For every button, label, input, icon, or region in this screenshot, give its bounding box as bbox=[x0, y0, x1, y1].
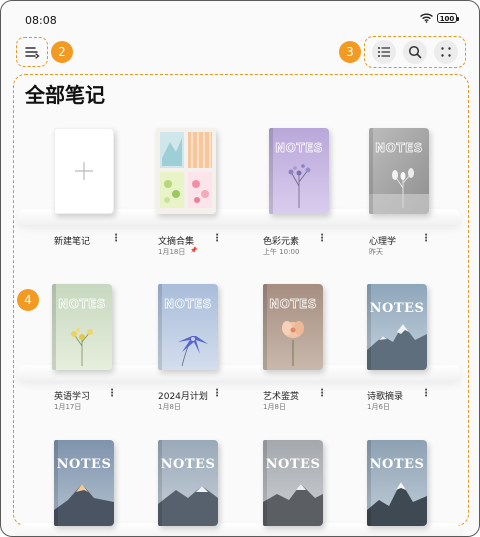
cover-title: NOTES bbox=[161, 457, 216, 472]
notebook-date: 1月17日 bbox=[54, 403, 82, 411]
more-options-button[interactable] bbox=[433, 40, 458, 64]
notebook-date: 1月6日 bbox=[367, 403, 390, 411]
notebook-date: 1月8日 bbox=[263, 403, 286, 411]
annotation-marker-4: 4 bbox=[17, 289, 39, 311]
more-options-icon[interactable]: ⋮ bbox=[212, 389, 222, 399]
notebook-cover[interactable] bbox=[156, 128, 216, 214]
sidebar-menu-icon[interactable] bbox=[24, 45, 40, 59]
cover-title: NOTES bbox=[370, 457, 425, 472]
status-bar: 08:08 100 bbox=[1, 1, 479, 35]
yellow-flower-cover-art: NOTES bbox=[52, 284, 112, 370]
mountain-sunset-cover-art: NOTES bbox=[54, 440, 114, 526]
more-options-icon[interactable]: ⋮ bbox=[212, 234, 222, 244]
lavender-cover-art: NOTES bbox=[269, 128, 329, 214]
notebook-title: 2024月计划 bbox=[158, 392, 208, 402]
grid-dots-icon bbox=[440, 47, 451, 57]
list-view-button[interactable] bbox=[372, 40, 397, 64]
notebook-cover[interactable]: NOTES bbox=[367, 440, 427, 526]
app-window: 08:08 100 2 3 4 全部笔记 新建笔记 文摘合集 1月18日 📌 N… bbox=[0, 0, 480, 537]
notebook-title: 英语学习 bbox=[54, 392, 91, 402]
cover-title: NOTES bbox=[266, 457, 321, 472]
status-time: 08:08 bbox=[25, 14, 57, 27]
new-note-button[interactable] bbox=[54, 128, 114, 214]
mountain-gray-cover-art: NOTES bbox=[263, 440, 323, 526]
wifi-icon bbox=[420, 13, 433, 23]
notebook-cover[interactable]: NOTES bbox=[54, 440, 114, 526]
more-options-icon[interactable]: ⋮ bbox=[421, 389, 431, 399]
plant-cover-art: NOTES bbox=[369, 128, 429, 214]
notebook-cover[interactable]: NOTES bbox=[369, 128, 429, 214]
peach-flower-cover-art: NOTES bbox=[263, 284, 323, 370]
annotation-marker-2: 2 bbox=[51, 41, 73, 63]
page-title: 全部笔记 bbox=[25, 83, 105, 107]
cover-title: NOTES bbox=[370, 301, 425, 316]
notebook-title: 色彩元素 bbox=[263, 237, 300, 247]
more-options-icon[interactable]: ⋮ bbox=[317, 234, 327, 244]
notebook-date: 上午 10:00 bbox=[263, 248, 300, 256]
notebook-title: 心理学 bbox=[369, 237, 397, 247]
notebook-cover[interactable]: NOTES bbox=[158, 440, 218, 526]
cover-title: NOTES bbox=[164, 297, 212, 311]
notebook-cover[interactable]: NOTES bbox=[367, 284, 427, 370]
cover-title: NOTES bbox=[58, 297, 106, 311]
menu-annotation-box bbox=[16, 37, 48, 67]
plus-icon bbox=[75, 162, 93, 180]
notebook-date: 1月18日 bbox=[158, 248, 186, 256]
collage-cover-art bbox=[156, 128, 216, 214]
more-options-icon[interactable]: ⋮ bbox=[421, 234, 431, 244]
notebook-date: 1月8日 bbox=[158, 403, 181, 411]
more-options-icon[interactable]: ⋮ bbox=[107, 389, 117, 399]
notebook-cover[interactable]: NOTES bbox=[158, 284, 218, 370]
cover-title: NOTES bbox=[375, 141, 423, 155]
cover-title: NOTES bbox=[269, 297, 317, 311]
notebook-date: 昨天 bbox=[369, 248, 383, 256]
annotation-marker-3: 3 bbox=[339, 41, 361, 63]
blue-flower-cover-art: NOTES bbox=[158, 284, 218, 370]
notebook-title: 诗歌摘录 bbox=[367, 392, 404, 402]
notebook-title: 文摘合集 bbox=[158, 237, 195, 247]
battery-icon: 100 bbox=[437, 13, 459, 23]
notebook-cover[interactable]: NOTES bbox=[263, 284, 323, 370]
notebook-cover[interactable]: NOTES bbox=[269, 128, 329, 214]
cover-title: NOTES bbox=[275, 141, 323, 155]
notebook-title: 新建笔记 bbox=[54, 237, 91, 247]
mountain-cover-art: NOTES bbox=[367, 284, 427, 370]
search-icon bbox=[408, 45, 422, 59]
notebook-cover[interactable]: NOTES bbox=[263, 440, 323, 526]
notebook-title: 艺术鉴赏 bbox=[263, 392, 300, 402]
status-icons: 100 bbox=[420, 13, 459, 23]
mountain-snow-cover-art: NOTES bbox=[158, 440, 218, 526]
notebook-cover[interactable]: NOTES bbox=[52, 284, 112, 370]
list-icon bbox=[378, 47, 391, 57]
toolbar-annotation-box bbox=[364, 36, 466, 68]
more-options-icon[interactable]: ⋮ bbox=[111, 234, 121, 244]
pin-icon: 📌 bbox=[190, 247, 198, 254]
cover-title: NOTES bbox=[57, 457, 112, 472]
search-button[interactable] bbox=[402, 40, 427, 64]
mountain-dark-cover-art: NOTES bbox=[367, 440, 427, 526]
more-options-icon[interactable]: ⋮ bbox=[317, 389, 327, 399]
